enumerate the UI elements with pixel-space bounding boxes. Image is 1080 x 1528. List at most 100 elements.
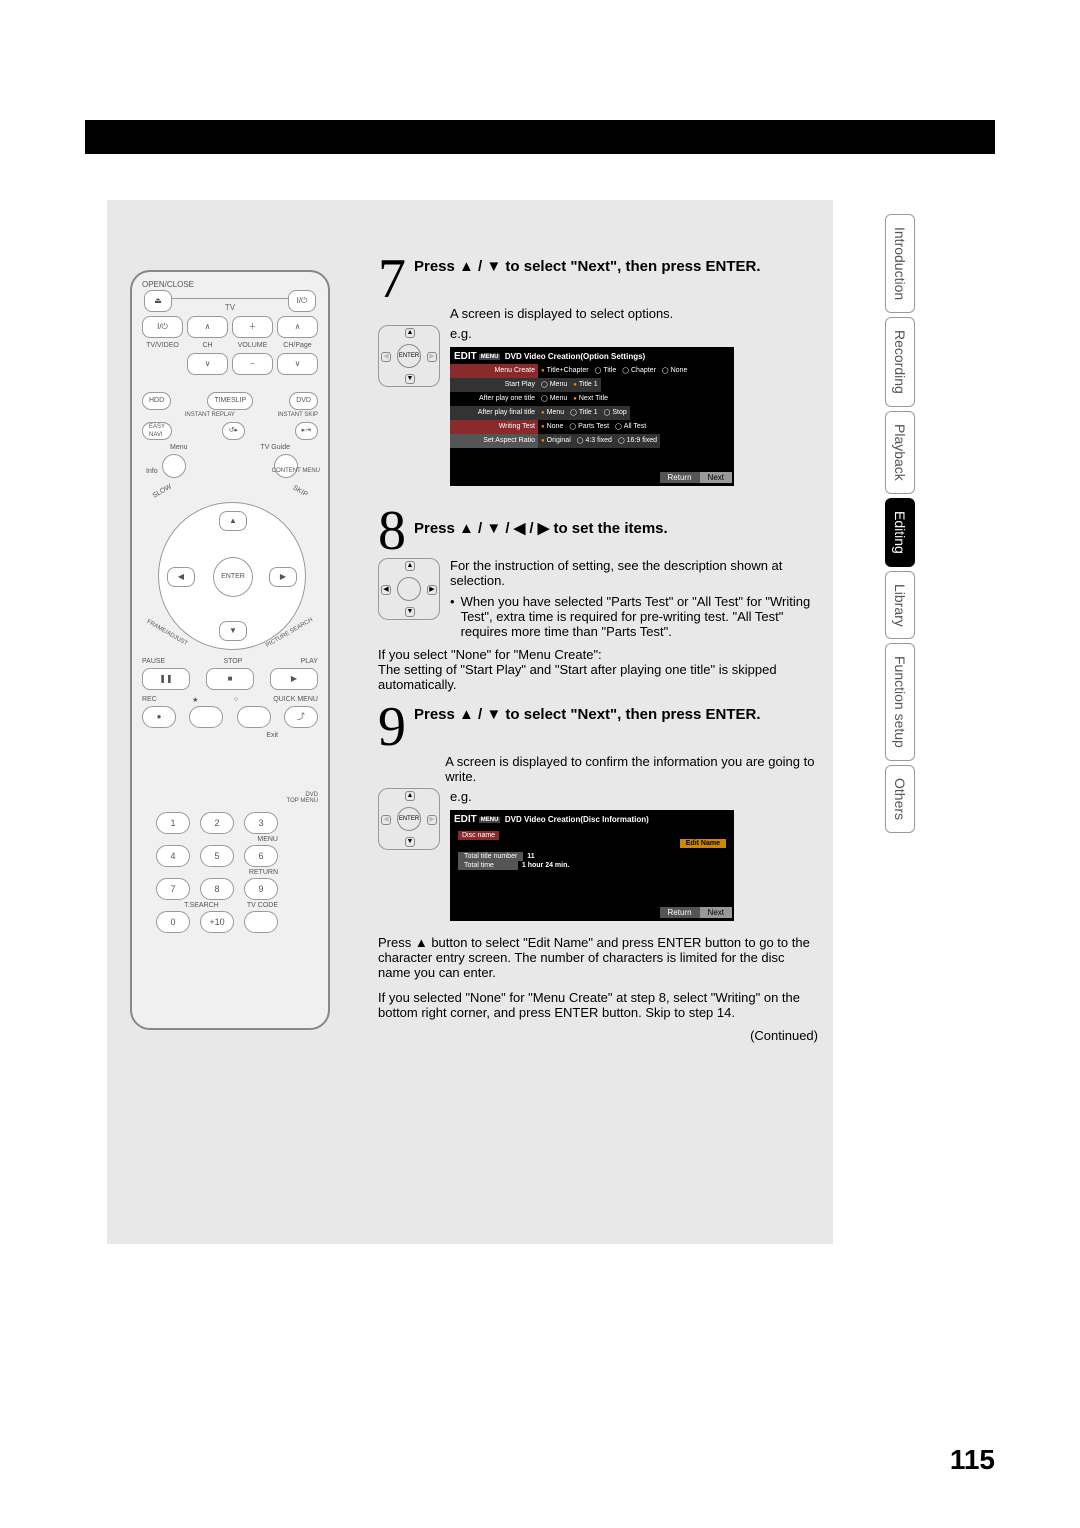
step-7-number: 7	[378, 258, 406, 300]
page-down-button[interactable]: ∨	[277, 353, 318, 375]
stop-button[interactable]: ■	[206, 668, 254, 690]
pause-button[interactable]: ❚❚	[142, 668, 190, 690]
nav-pad: ENTER ▲ ▼ ◀ ▶	[158, 502, 306, 650]
key-8[interactable]: 8	[200, 878, 234, 900]
tvcode-label: TV CODE	[247, 902, 278, 909]
volume-label: VOLUME	[232, 342, 273, 349]
tab-editing[interactable]: Editing	[885, 498, 915, 567]
enter-icon-2: ENTER	[397, 807, 421, 831]
step-8-number: 8	[378, 510, 406, 552]
page-up-button[interactable]: ∧	[277, 316, 318, 338]
total-title-number: 11	[527, 853, 534, 860]
next-button[interactable]: Next	[700, 472, 732, 483]
play-label: PLAY	[301, 658, 318, 665]
tvguide-label: TV Guide	[260, 444, 290, 451]
enter-icon: ENTER	[397, 344, 421, 368]
key-9[interactable]: 9	[244, 878, 278, 900]
hdd-button[interactable]: HDD	[142, 392, 171, 410]
tab-playback[interactable]: Playback	[885, 411, 915, 494]
menu-label: Menu	[170, 444, 188, 451]
key-plus10[interactable]: +10	[200, 911, 234, 933]
vol-up-button[interactable]: ＋	[232, 316, 273, 338]
step-8-bullet: When you have selected "Parts Test" or "…	[461, 594, 818, 639]
tvvideo-label: TV/VIDEO	[142, 342, 183, 349]
step-7-heading: Press ▲ / ▼ to select "Next", then press…	[414, 258, 761, 276]
menu-button[interactable]	[162, 454, 186, 478]
mark-button[interactable]	[237, 706, 271, 728]
key-3[interactable]: 3	[244, 812, 278, 834]
stop-label: STOP	[223, 658, 242, 665]
ch-label: CH	[187, 342, 228, 349]
instant-skip-button[interactable]: ▸⇥	[295, 422, 318, 440]
slow-label: SLOW	[152, 483, 173, 499]
timeslip-button[interactable]: TIMESLIP	[207, 392, 253, 410]
return-button-2[interactable]: Return	[660, 907, 700, 918]
fav-button[interactable]	[189, 706, 223, 728]
key-2[interactable]: 2	[200, 812, 234, 834]
instant-replay-button[interactable]: ↺▸	[222, 422, 245, 440]
return-label: RETURN	[156, 869, 278, 876]
key-0[interactable]: 0	[156, 911, 190, 933]
ch-up-button[interactable]: ∧	[187, 316, 228, 338]
instant-replay-label: INSTANT REPLAY	[185, 412, 235, 418]
tab-introduction[interactable]: Introduction	[885, 214, 915, 313]
next-button-2[interactable]: Next	[700, 907, 732, 918]
content-area: 7 Press ▲ / ▼ to select "Next", then pre…	[378, 258, 818, 1043]
quickmenu-button[interactable]: ⤴	[284, 706, 318, 728]
nav-left-button[interactable]: ◀	[167, 567, 195, 587]
play-button[interactable]: ▶	[270, 668, 318, 690]
page-number: 115	[950, 1444, 995, 1476]
tab-recording[interactable]: Recording	[885, 317, 915, 407]
tvguide-button[interactable]	[274, 454, 298, 478]
eg-label-2: e.g.	[450, 789, 472, 804]
header-bar	[85, 120, 995, 154]
dvd-button[interactable]: DVD	[289, 392, 318, 410]
step-9-heading: Press ▲ / ▼ to select "Next", then press…	[414, 706, 761, 724]
step-8-heading: Press ▲ / ▼ / ◀ / ▶ to set the items.	[414, 510, 668, 538]
tab-others[interactable]: Others	[885, 765, 915, 833]
nav-up-button[interactable]: ▲	[219, 511, 247, 531]
key-5[interactable]: 5	[200, 845, 234, 867]
disc-name-label: Disc name	[458, 831, 499, 840]
return-button[interactable]: Return	[660, 472, 700, 483]
tv-label: TV	[132, 303, 328, 312]
enter-icon-dim	[397, 577, 421, 601]
key-tvcode[interactable]	[244, 911, 278, 933]
key-6[interactable]: 6	[244, 845, 278, 867]
instant-skip-label: INSTANT SKIP	[278, 412, 318, 418]
skip-label: SKIP	[291, 484, 308, 498]
step-8-body1: For the instruction of setting, see the …	[450, 558, 818, 588]
nav-down-button[interactable]: ▼	[219, 621, 247, 641]
section-tabs: Introduction Recording Playback Editing …	[885, 214, 995, 837]
step-9-para1: Press ▲ button to select "Edit Name" and…	[378, 935, 818, 980]
chpage-label: CH/Page	[277, 342, 318, 349]
total-time-label: Total time	[458, 861, 518, 870]
ch-down-button[interactable]: ∨	[187, 353, 228, 375]
total-title-label: Total title number	[458, 852, 523, 861]
disc-info-screenshot: EDITMENU DVD Video Creation(Disc Informa…	[450, 810, 734, 921]
dvd-top-menu-label: DVD TOP MENU	[287, 792, 318, 804]
nav-right-button[interactable]: ▶	[269, 567, 297, 587]
dpad-icon-2: ENTER ▲▼ ◀▶	[378, 788, 440, 850]
continued-label: (Continued)	[378, 1028, 818, 1043]
step-7-body: A screen is displayed to select options.	[450, 306, 673, 321]
edit-name-button[interactable]: Edit Name	[680, 839, 726, 848]
easy-navi-button[interactable]: EASY NAVI	[142, 422, 172, 440]
tv-power-button[interactable]: I/⏻	[142, 316, 183, 338]
eg-label: e.g.	[450, 326, 472, 341]
key-1[interactable]: 1	[156, 812, 190, 834]
vol-down-button[interactable]: −	[232, 353, 273, 375]
step-8-body2: If you select "None" for "Menu Create": …	[378, 647, 818, 692]
enter-button[interactable]: ENTER	[213, 557, 253, 597]
remote-control: OPEN/CLOSE ⏏ I/⏻ TV I/⏻ ∧ ＋ ∧ TV/VIDEO C…	[130, 270, 330, 1030]
tab-function-setup[interactable]: Function setup	[885, 643, 915, 761]
key-7[interactable]: 7	[156, 878, 190, 900]
key-4[interactable]: 4	[156, 845, 190, 867]
info-label: Info	[146, 468, 158, 475]
dpad-icon: ENTER ▲▼ ◀▶	[378, 325, 440, 387]
menu-label-2: MENU	[156, 836, 278, 843]
step-9-para2: If you selected "None" for "Menu Create"…	[378, 990, 818, 1020]
rec-button[interactable]: ●	[142, 706, 176, 728]
tab-library[interactable]: Library	[885, 571, 915, 640]
pause-label: PAUSE	[142, 658, 165, 665]
